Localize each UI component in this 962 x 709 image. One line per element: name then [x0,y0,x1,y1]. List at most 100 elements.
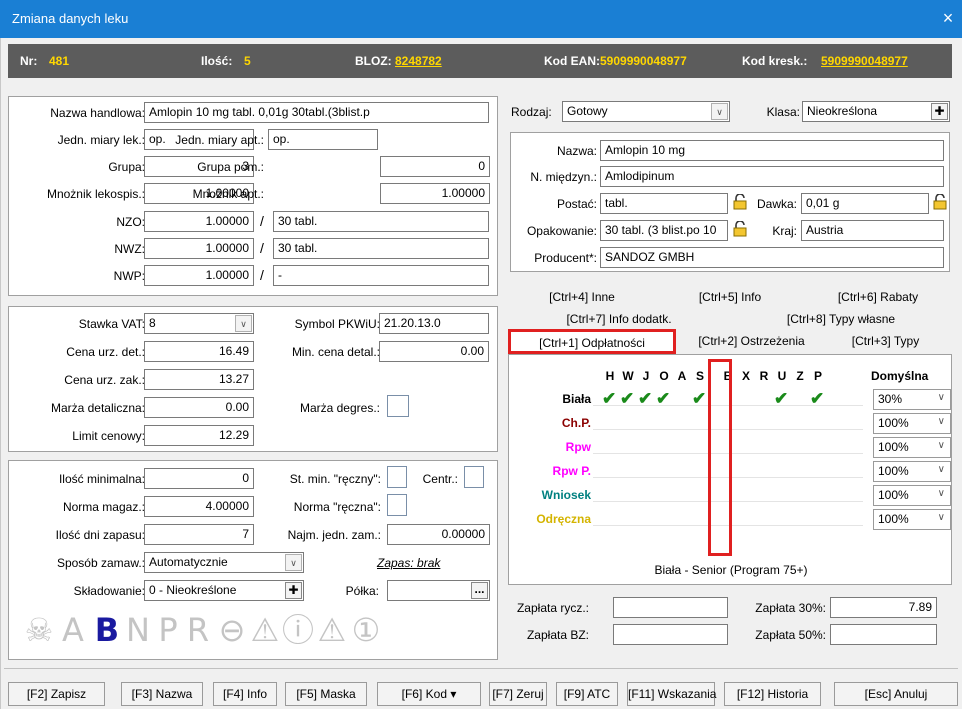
chevron-down-icon[interactable]: ∨ [235,315,252,332]
tab-inne[interactable]: [Ctrl+4] Inne [508,287,656,307]
check-icon[interactable]: ✔ [810,390,824,408]
footer-button-2[interactable]: [F4] Info [213,682,277,706]
symbol-5-icon[interactable]: R [181,612,215,648]
postac-field[interactable]: tabl. [600,193,728,214]
jedn-apt-field[interactable]: op. [268,129,378,150]
cena-det-field[interactable]: 16.49 [144,341,254,362]
symbol-1-icon[interactable]: A [56,612,90,648]
chevron-down-icon[interactable]: ∨ [938,512,945,523]
close-icon[interactable]: × [938,8,958,29]
check-icon[interactable]: ✔ [602,390,616,408]
check-icon[interactable]: ✔ [774,390,788,408]
check-icon[interactable]: ✔ [656,390,670,408]
zapas-link[interactable]: Zapas: brak [377,556,440,570]
add-icon[interactable]: ✚ [285,582,302,599]
footer-button-7[interactable]: [F11] Wskazania [627,682,716,706]
klasa-field[interactable]: Nieokreślona ✚ [802,101,950,122]
symbol-3-icon[interactable]: N [121,612,155,648]
nwp-field[interactable]: 1.00000 [144,265,254,286]
add-icon[interactable]: ✚ [931,103,948,120]
ilosc-min-field[interactable]: 0 [144,468,254,489]
tab-ostrzezenia[interactable]: [Ctrl+2] Ostrzeżenia [684,331,819,351]
symbol-4-icon[interactable]: P [151,612,185,648]
rycz-field[interactable] [613,597,728,618]
producent-field[interactable]: SANDOZ GMBH [600,247,944,268]
sposob-select[interactable]: Automatycznie ∨ [144,552,304,573]
limit-field[interactable]: 12.29 [144,425,254,446]
tab-rabaty[interactable]: [Ctrl+6] Rabaty [804,287,952,307]
footer-button-3[interactable]: [F5] Maska [285,682,367,706]
rodzaj-select[interactable]: Gotowy ∨ [562,101,730,122]
chevron-down-icon[interactable]: ∨ [938,416,945,427]
check-icon[interactable]: ✔ [638,390,652,408]
kraj-field[interactable]: Austria [801,220,944,241]
nazwa-field[interactable]: Amlopin 10 mg [600,140,944,161]
lock-icon[interactable] [733,194,747,210]
pkwiu-field[interactable]: 21.20.13.0 [379,313,489,334]
chevron-down-icon[interactable]: ∨ [938,464,945,475]
polka-field[interactable]: ... [387,580,490,601]
pct-select[interactable]: 100% ∨ [873,413,951,434]
nzo-desc-field[interactable]: 30 tabl. [273,211,489,232]
nzo-field[interactable]: 1.00000 [144,211,254,232]
symbol-8-icon[interactable]: ⓘ [281,612,315,648]
nazwa-handlowa-field[interactable]: Amlopin 10 mg tabl. 0,01g 30tabl.(3blist… [144,102,489,123]
min-cena-field[interactable]: 0.00 [379,341,489,362]
chevron-down-icon[interactable]: ∨ [938,488,945,499]
footer-button-4[interactable]: [F6] Kod ▾ [377,682,481,706]
pct-select[interactable]: 100% ∨ [873,509,951,530]
symbol-2-icon[interactable]: B [90,612,124,648]
footer-button-6[interactable]: [F9] ATC [556,682,618,706]
centr-checkbox[interactable] [464,466,484,488]
lock-icon[interactable] [733,221,747,237]
footer-button-1[interactable]: [F3] Nazwa [121,682,203,706]
footer-button-9[interactable]: [Esc] Anuluj [834,682,958,706]
nwz-desc-field[interactable]: 30 tabl. [273,238,489,259]
lock-icon[interactable] [933,194,947,210]
symbol-6-icon[interactable]: ⊖ [215,612,249,648]
mnoznik-apt-field[interactable]: 1.00000 [380,183,490,204]
tab-info[interactable]: [Ctrl+5] Info [656,287,804,307]
p30-field[interactable]: 7.89 [830,597,937,618]
symbol-10-icon[interactable]: ① [349,612,383,648]
marza-degres-checkbox[interactable] [387,395,409,417]
sklad-select[interactable]: 0 - Nieokreślone ✚ [144,580,304,601]
vat-select[interactable]: 8 ∨ [144,313,254,334]
opak-field[interactable]: 30 tabl. (3 blist.po 10 [600,220,728,241]
symbol-0-icon[interactable]: ☠ [22,612,56,648]
tab-info-dodatk[interactable]: [Ctrl+7] Info dodatk. [508,309,730,329]
tab-typy[interactable]: [Ctrl+3] Typy [819,331,952,351]
pct-select[interactable]: 100% ∨ [873,485,951,506]
nwp-desc-field[interactable]: - [273,265,489,286]
browse-button[interactable]: ... [471,582,488,599]
najm-field[interactable]: 0.00000 [387,524,490,545]
chevron-down-icon[interactable]: ∨ [938,392,945,403]
kresk-value[interactable]: 5909990048977 [821,54,908,68]
check-icon[interactable]: ✔ [620,390,634,408]
tab-typy-wlasne[interactable]: [Ctrl+8] Typy własne [730,309,952,329]
marza-field[interactable]: 0.00 [144,397,254,418]
cena-zak-field[interactable]: 13.27 [144,369,254,390]
tab-odplatnosci[interactable]: [Ctrl+1] Odpłatności [508,329,676,354]
pct-select[interactable]: 100% ∨ [873,437,951,458]
grupa-pom-field[interactable]: 0 [380,156,490,177]
footer-button-0[interactable]: [F2] Zapisz [8,682,105,706]
footer-button-8[interactable]: [F12] Historia [724,682,821,706]
symbol-7-icon[interactable]: ⚠ [248,612,282,648]
p50-field[interactable] [830,624,937,645]
check-icon[interactable]: ✔ [692,390,706,408]
nwz-field[interactable]: 1.00000 [144,238,254,259]
pct-select[interactable]: 30% ∨ [873,389,951,410]
dawka-field[interactable]: 0,01 g [801,193,929,214]
pct-select[interactable]: 100% ∨ [873,461,951,482]
chevron-down-icon[interactable]: ∨ [711,103,728,120]
bloz-value[interactable]: 8248782 [395,54,442,68]
chevron-down-icon[interactable]: ∨ [938,440,945,451]
chevron-down-icon[interactable]: ∨ [285,554,302,571]
norma-r-checkbox[interactable] [387,494,407,516]
symbol-9-icon[interactable]: ⚠ [315,612,349,648]
bz-field[interactable] [613,624,728,645]
dni-field[interactable]: 7 [144,524,254,545]
nmiedz-field[interactable]: Amlodipinum [600,166,944,187]
norma-field[interactable]: 4.00000 [144,496,254,517]
